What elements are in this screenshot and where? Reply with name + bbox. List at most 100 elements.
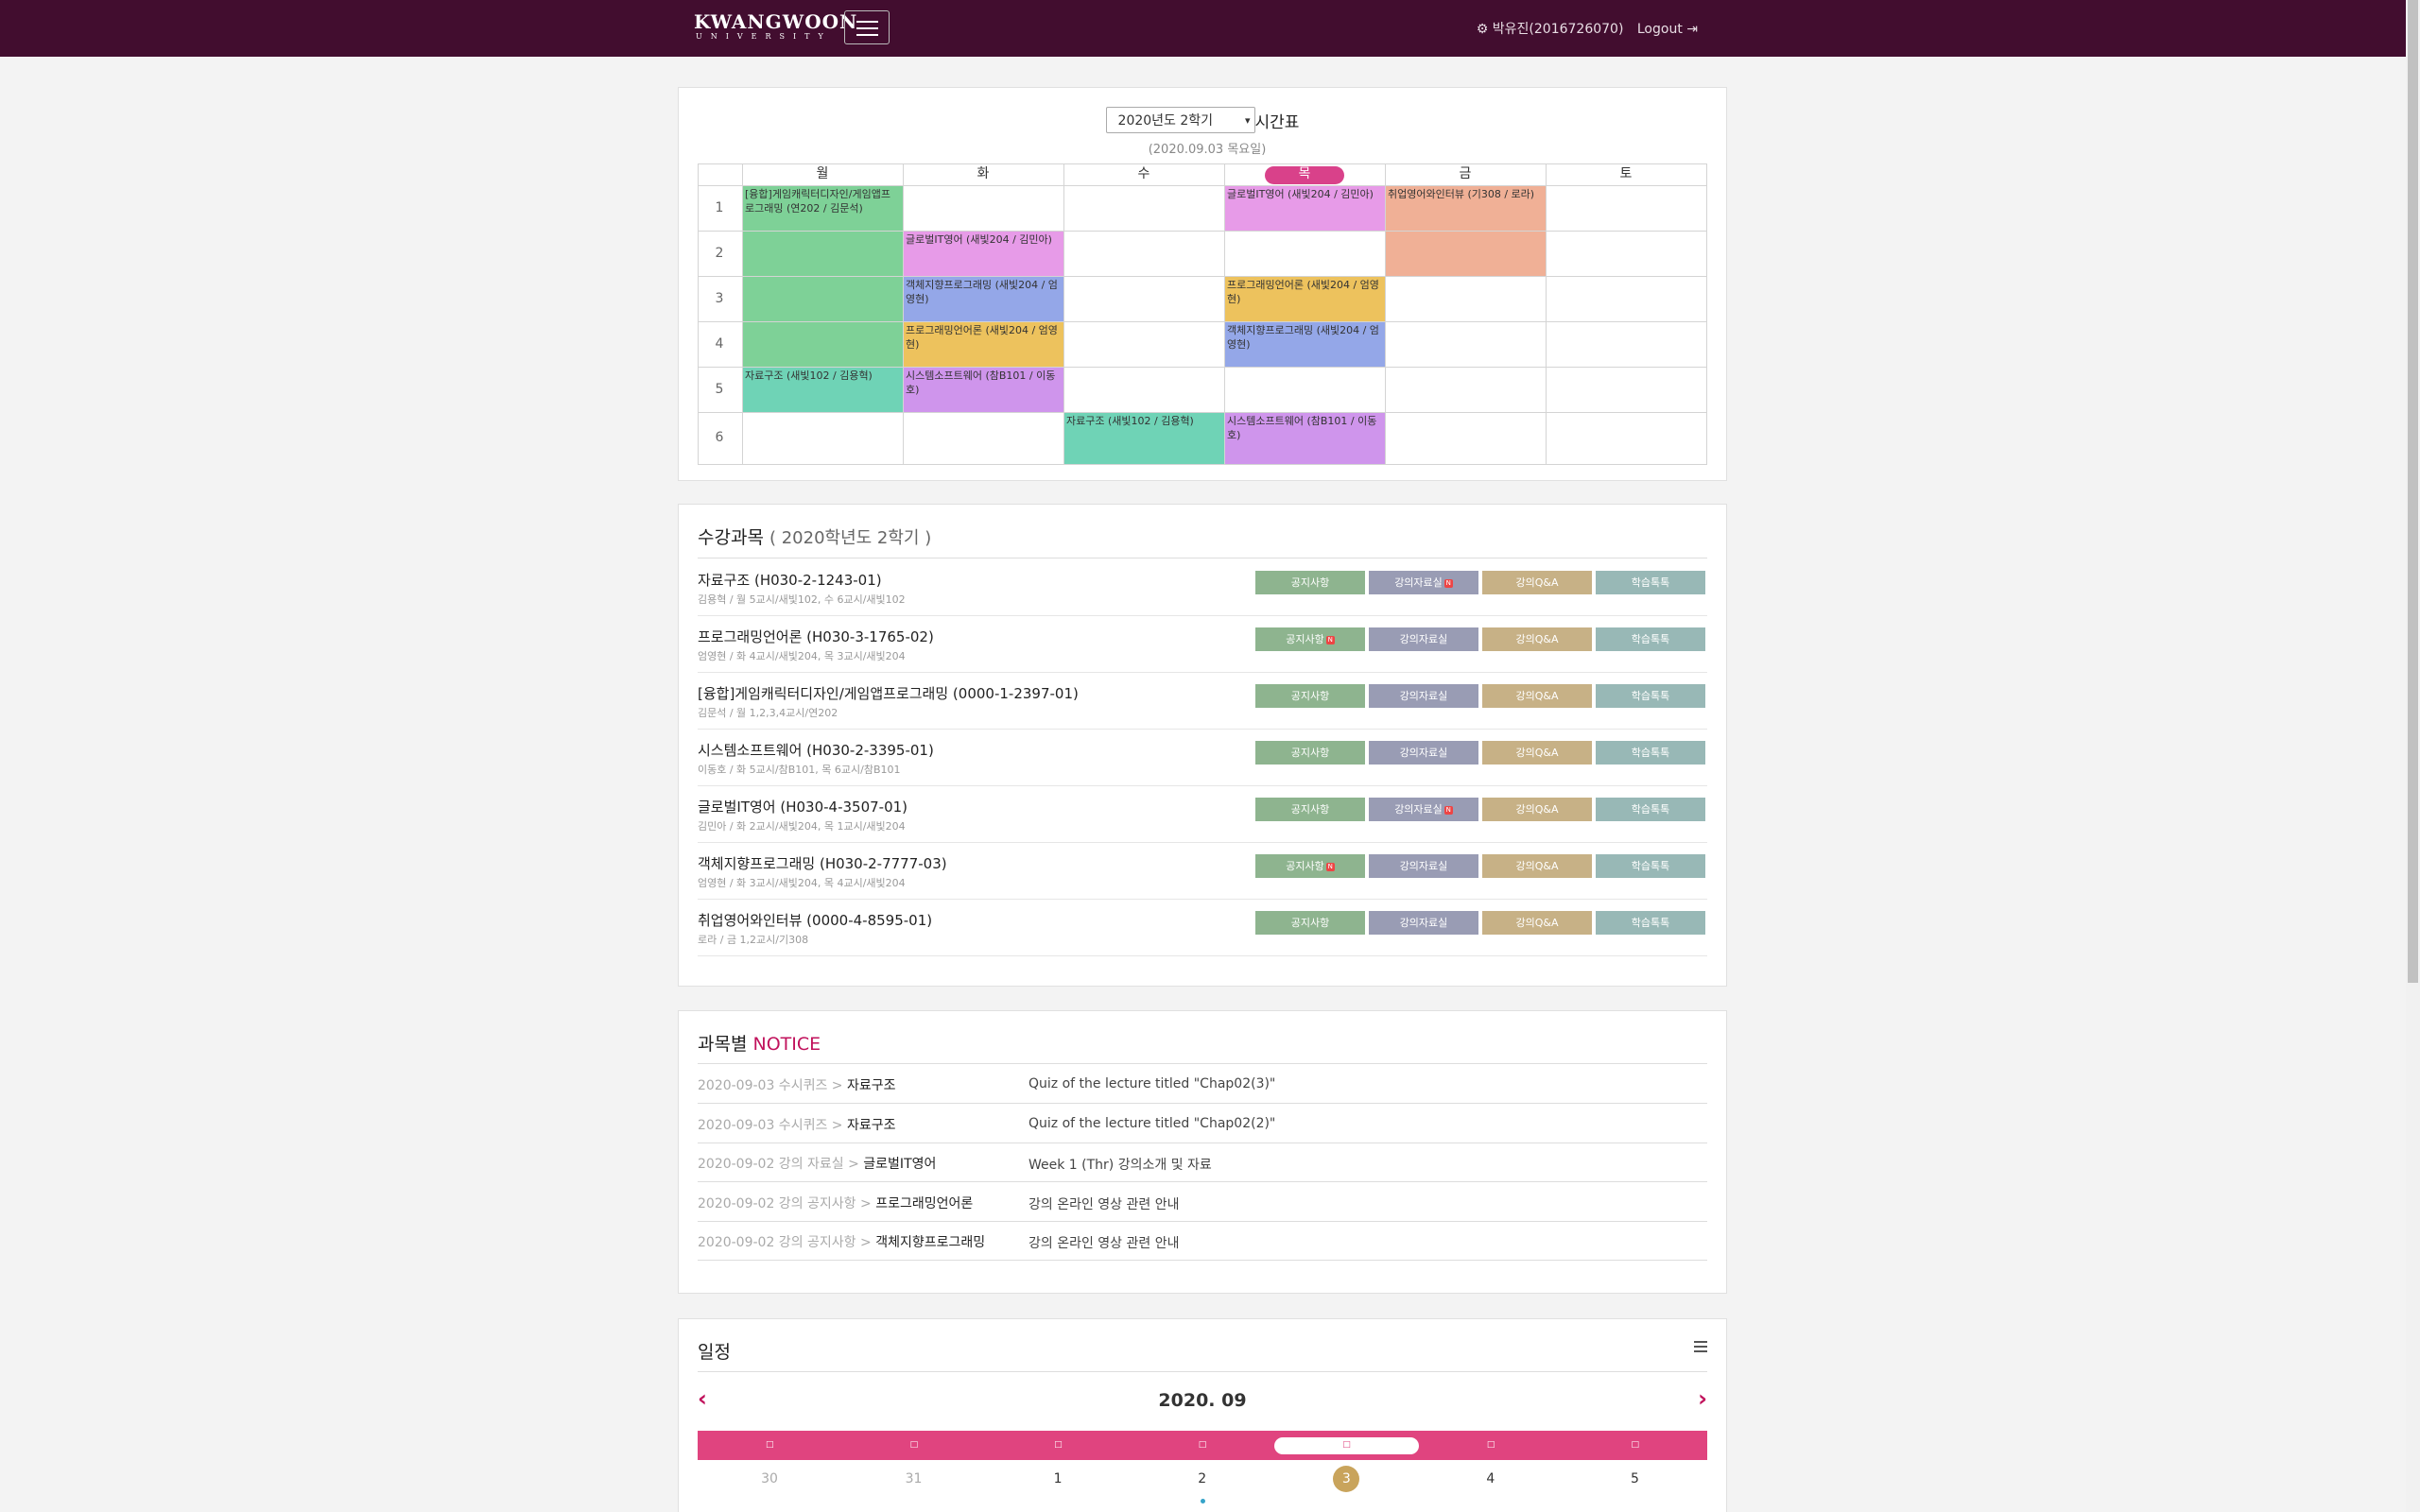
qna-button[interactable]: 강의Q&A: [1482, 854, 1592, 878]
talk-button[interactable]: 학습톡톡: [1596, 798, 1705, 821]
class-block[interactable]: 프로그래밍언어론 (새빛204 / 엄영현): [1224, 276, 1385, 321]
button-label: 학습톡톡: [1631, 747, 1670, 759]
calendar-day[interactable]: 5: [1563, 1466, 1706, 1492]
talk-button[interactable]: 학습톡톡: [1596, 854, 1705, 878]
notice-row[interactable]: 2020-09-03 수시퀴즈 > 자료구조 Quiz of the lectur…: [698, 1104, 1707, 1143]
notice-text[interactable]: Quiz of the lecture titled "Chap02(2)": [1028, 1116, 1275, 1131]
notice-text[interactable]: Week 1 (Thr) 강의소개 및 자료: [1028, 1155, 1212, 1174]
timetable-title: 시간표: [1254, 112, 1300, 132]
class-block[interactable]: 자료구조 (새빛102 / 김용혁): [1063, 412, 1224, 464]
notice-row[interactable]: 2020-09-02 강의 공지사항 > 객체지향프로그래밍 강의 온라인 영상 …: [698, 1221, 1707, 1261]
course-row: [융합]게임캐릭터디자인/게임앱프로그래밍 (0000-1-2397-01) 김문…: [698, 672, 1707, 730]
materials-button[interactable]: 강의자료실: [1369, 684, 1478, 708]
notice-row[interactable]: 2020-09-03 수시퀴즈 > 자료구조 Quiz of the lectur…: [698, 1064, 1707, 1104]
qna-button[interactable]: 강의Q&A: [1482, 911, 1592, 935]
notice-button[interactable]: 공지사항: [1255, 571, 1365, 594]
notice-text[interactable]: 강의 온라인 영상 관련 안내: [1028, 1194, 1179, 1213]
notice-button[interactable]: 공지사항: [1255, 798, 1365, 821]
qna-button[interactable]: 강의Q&A: [1482, 684, 1592, 708]
materials-button[interactable]: 강의자료실 N: [1369, 571, 1478, 594]
notice-button[interactable]: 공지사항 N: [1255, 627, 1365, 651]
course-meta: 엄영현 / 화 4교시/새빛204, 목 3교시/새빛204: [698, 650, 906, 662]
materials-button[interactable]: 강의자료실: [1369, 854, 1478, 878]
course-name[interactable]: 취업영어와인터뷰 (0000-4-8595-01): [698, 910, 932, 930]
course-meta: 로라 / 금 1,2교시/기308: [698, 934, 809, 946]
talk-button[interactable]: 학습톡톡: [1596, 684, 1705, 708]
weekday-label: □: [766, 1440, 774, 1450]
class-block[interactable]: 글로벌IT영어 (새빛204 / 김민아): [1224, 185, 1385, 231]
notice-row[interactable]: 2020-09-02 강의 자료실 > 글로벌IT영어 Week 1 (Thr) …: [698, 1143, 1707, 1182]
calendar-day[interactable]: 2: [1131, 1466, 1274, 1492]
scrollbar-thumb[interactable]: [2408, 0, 2418, 983]
list-view-icon[interactable]: [1694, 1341, 1707, 1352]
qna-button[interactable]: 강의Q&A: [1482, 627, 1592, 651]
materials-button[interactable]: 강의자료실 N: [1369, 798, 1478, 821]
menu-toggle-button[interactable]: [844, 10, 890, 44]
class-block[interactable]: 시스템소프트웨어 (참B101 / 이동호): [903, 367, 1063, 412]
logout-link[interactable]: Logout ⇥: [1637, 22, 1698, 37]
grid-line: [1546, 163, 1547, 464]
notice-text[interactable]: Quiz of the lecture titled "Chap02(3)": [1028, 1076, 1275, 1091]
notice-course: 자료구조: [846, 1078, 896, 1093]
calendar-day[interactable]: 31: [842, 1466, 986, 1492]
weekday-label: □: [1486, 1440, 1495, 1450]
user-settings-link[interactable]: ⚙ 박유진(2016726070): [1477, 22, 1624, 37]
class-block[interactable]: 자료구조 (새빛102 / 김용혁): [742, 367, 903, 412]
class-block[interactable]: 프로그래밍언어론 (새빛204 / 엄영현): [903, 321, 1063, 367]
calendar-day[interactable]: 1: [986, 1466, 1130, 1492]
talk-button[interactable]: 학습톡톡: [1596, 911, 1705, 935]
calendar-day[interactable]: 3: [1274, 1466, 1418, 1492]
button-label: 공지사항: [1290, 576, 1330, 589]
course-name[interactable]: [융합]게임캐릭터디자인/게임앱프로그래밍 (0000-1-2397-01): [698, 683, 1079, 703]
course-name[interactable]: 글로벌IT영어 (H030-4-3507-01): [698, 797, 908, 816]
calendar-day[interactable]: 4: [1419, 1466, 1563, 1492]
materials-button[interactable]: 강의자료실: [1369, 627, 1478, 651]
notice-button[interactable]: 공지사항: [1255, 911, 1365, 935]
notice-source: 2020-09-02 강의 공지사항 > 프로그래밍언어론: [698, 1194, 973, 1212]
class-block[interactable]: 객체지향프로그래밍 (새빛204 / 엄영현): [1224, 321, 1385, 367]
course-name[interactable]: 프로그래밍언어론 (H030-3-1765-02): [698, 627, 934, 646]
qna-button[interactable]: 강의Q&A: [1482, 798, 1592, 821]
button-label: 강의자료실: [1394, 576, 1443, 589]
new-badge-icon: N: [1443, 805, 1453, 815]
class-block[interactable]: 시스템소프트웨어 (참B101 / 이동호): [1224, 412, 1385, 464]
notice-date-board: 2020-09-02 강의 공지사항 >: [698, 1195, 876, 1211]
course-meta: 이동호 / 화 5교시/참B101, 목 6교시/참B101: [698, 764, 901, 776]
materials-button[interactable]: 강의자료실: [1369, 741, 1478, 765]
class-block[interactable]: 객체지향프로그래밍 (새빛204 / 엄영현): [903, 276, 1063, 321]
button-label: 학습톡톡: [1631, 860, 1670, 872]
day-header: 수: [1137, 166, 1150, 181]
courses-panel: 수강과목 ( 2020학년도 2학기 ) 자료구조 (H030-2-1243-0…: [678, 504, 1727, 987]
materials-button[interactable]: 강의자료실: [1369, 911, 1478, 935]
course-name[interactable]: 객체지향프로그래밍 (H030-2-7777-03): [698, 853, 947, 873]
course-name[interactable]: 시스템소프트웨어 (H030-2-3395-01): [698, 740, 934, 760]
button-label: 강의Q&A: [1515, 633, 1559, 645]
notice-button[interactable]: 공지사항: [1255, 684, 1365, 708]
chevron-right-icon[interactable]: ›: [1698, 1385, 1707, 1412]
timetable-date: (2020.09.03 목요일): [1148, 143, 1267, 157]
calendar-day[interactable]: 30: [698, 1466, 841, 1492]
talk-button[interactable]: 학습톡톡: [1596, 627, 1705, 651]
university-logo[interactable]: KWANGWOON UNIVERSITY: [694, 11, 857, 42]
course-row: 객체지향프로그래밍 (H030-2-7777-03) 엄영현 / 화 3교시/새빛…: [698, 842, 1707, 900]
class-block[interactable]: 글로벌IT영어 (새빛204 / 김민아): [903, 231, 1063, 276]
calendar-nav: ‹ 2020. 09 ›: [698, 1385, 1707, 1418]
notice-row[interactable]: 2020-09-02 강의 공지사항 > 프로그래밍언어론 강의 온라인 영상 관…: [698, 1182, 1707, 1222]
notice-button[interactable]: 공지사항 N: [1255, 854, 1365, 878]
notice-button[interactable]: 공지사항: [1255, 741, 1365, 765]
courses-subtitle: ( 2020학년도 2학기 ): [769, 528, 932, 548]
qna-button[interactable]: 강의Q&A: [1482, 571, 1592, 594]
semester-select[interactable]: 2020년도 2학기 ▾: [1105, 107, 1255, 133]
qna-button[interactable]: 강의Q&A: [1482, 741, 1592, 765]
talk-button[interactable]: 학습톡톡: [1596, 741, 1705, 765]
button-label: 공지사항: [1286, 860, 1324, 872]
button-label: 강의Q&A: [1515, 860, 1559, 872]
schedule-panel: 일정 ‹ 2020. 09 › □ □ □ □ □ □ □ 30 31 1 2 3 4 5: [678, 1318, 1727, 1512]
course-name[interactable]: 자료구조 (H030-2-1243-01): [698, 570, 882, 590]
semester-select-value: 2020년도 2학기: [1117, 113, 1214, 129]
calendar-weekday-bar: □ □ □ □ □ □ □: [698, 1431, 1707, 1460]
grid-line: [698, 412, 1707, 413]
talk-button[interactable]: 학습톡톡: [1596, 571, 1705, 594]
notice-text[interactable]: 강의 온라인 영상 관련 안내: [1028, 1233, 1179, 1252]
notice-course: 객체지향프로그래밍: [875, 1235, 986, 1250]
